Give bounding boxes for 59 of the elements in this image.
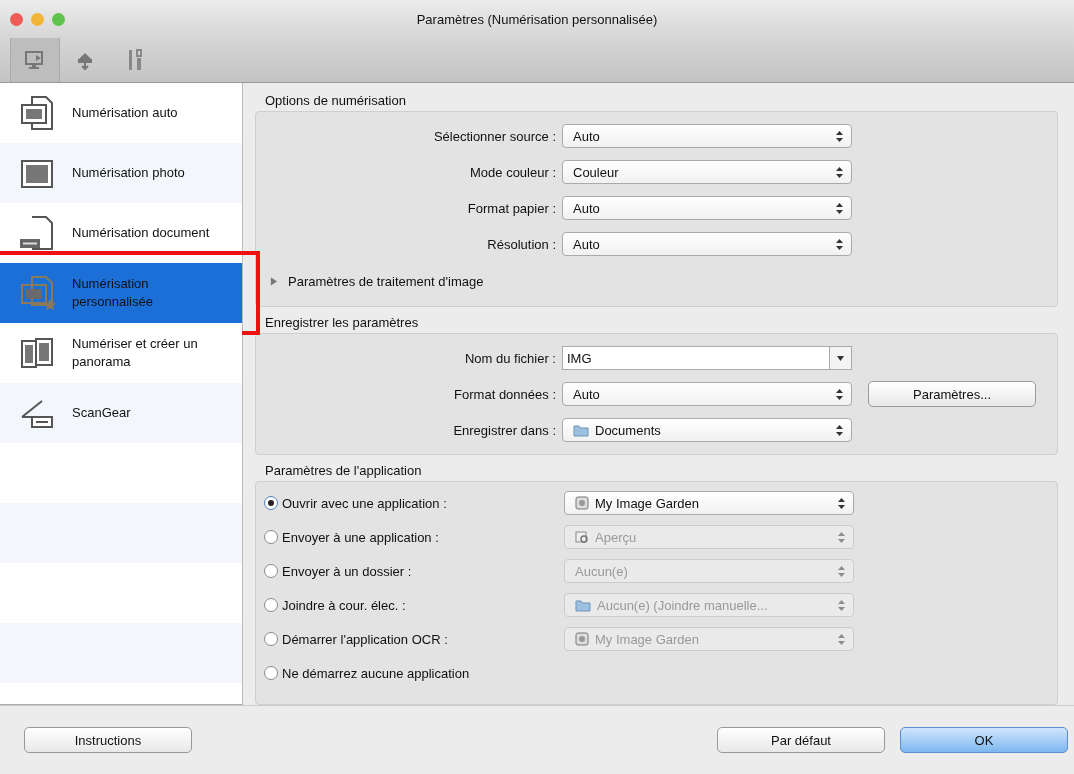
- preview-app-icon: [575, 530, 589, 544]
- dropdown[interactable]: Auto: [562, 124, 852, 148]
- section-title: Enregistrer les paramètres: [265, 315, 420, 330]
- radio-option[interactable]: Joindre à cour. élec. :: [264, 597, 564, 613]
- stepper-arrows-icon: [836, 424, 843, 436]
- dropdown[interactable]: Couleur: [562, 160, 852, 184]
- stepper-arrows-icon: [838, 633, 845, 645]
- stepper-arrows-icon: [836, 130, 843, 142]
- disclosure-toggle[interactable]: Paramètres de traitement d'image: [256, 262, 490, 300]
- dropdown[interactable]: Auto: [562, 382, 852, 406]
- caret-icon: [837, 355, 844, 361]
- radio-option[interactable]: Envoyer à une application :: [264, 529, 564, 545]
- section-title: Options de numérisation: [265, 93, 407, 108]
- defaults-button[interactable]: Par défaut: [717, 727, 885, 753]
- stepper-arrows-icon: [838, 599, 845, 611]
- ok-button[interactable]: OK: [900, 727, 1068, 753]
- field-label: Format papier :: [466, 200, 557, 216]
- instructions-button[interactable]: Instructions: [24, 727, 192, 753]
- field-label: Enregistrer dans :: [452, 422, 557, 438]
- field-label: Mode couleur :: [469, 164, 557, 180]
- sidebar-item[interactable]: Numérisation photo: [0, 143, 242, 203]
- filename-field[interactable]: IMG: [562, 346, 830, 370]
- zoom-button[interactable]: [52, 12, 65, 26]
- dropdown[interactable]: Auto: [562, 232, 852, 256]
- stepper-arrows-icon: [836, 238, 843, 250]
- dropdown-button[interactable]: [830, 346, 852, 370]
- folder-icon: [573, 423, 589, 437]
- radio-option[interactable]: Ne démarrez aucune application: [264, 665, 564, 681]
- radio-option[interactable]: Envoyer à un dossier :: [264, 563, 564, 579]
- field-label: Sélectionner source :: [432, 128, 557, 144]
- field-label: Format données :: [453, 386, 557, 402]
- field-label: Nom du fichier :: [463, 350, 557, 366]
- stepper-arrows-icon: [838, 497, 845, 509]
- app-icon: [575, 496, 589, 510]
- stepper-arrows-icon: [836, 166, 843, 178]
- section-title: Paramètres de l'application: [265, 463, 423, 478]
- close-button[interactable]: [10, 12, 23, 26]
- stepper-arrows-icon: [838, 565, 845, 577]
- field-label: Résolution :: [486, 236, 557, 252]
- stepper-arrows-icon: [838, 531, 845, 543]
- pages-star-icon: [18, 275, 58, 311]
- dropdown[interactable]: Documents: [562, 418, 852, 442]
- radio-option[interactable]: Démarrer l'application OCR :: [264, 631, 564, 647]
- sidebar-item[interactable]: Numérisation personnalisée: [0, 263, 242, 323]
- dropdown[interactable]: Auto: [562, 196, 852, 220]
- window-title: Paramètres (Numérisation personnalisée): [415, 11, 659, 27]
- toolbar-tab[interactable]: [10, 38, 60, 82]
- dropdown[interactable]: My Image Garden: [564, 491, 854, 515]
- stepper-arrows-icon: [836, 388, 843, 400]
- disclosure-triangle-icon: [270, 276, 278, 286]
- folder-icon: [575, 598, 591, 612]
- monitor-icon: [24, 49, 46, 71]
- app-icon: [575, 632, 589, 646]
- stepper-arrows-icon: [836, 202, 843, 214]
- minimize-button[interactable]: [31, 12, 44, 26]
- tools-icon: [126, 48, 144, 72]
- sidebar-item[interactable]: ScanGear: [0, 383, 242, 443]
- settings-button[interactable]: Paramètres...: [868, 381, 1036, 407]
- radio-option[interactable]: Ouvrir avec une application :: [264, 495, 564, 511]
